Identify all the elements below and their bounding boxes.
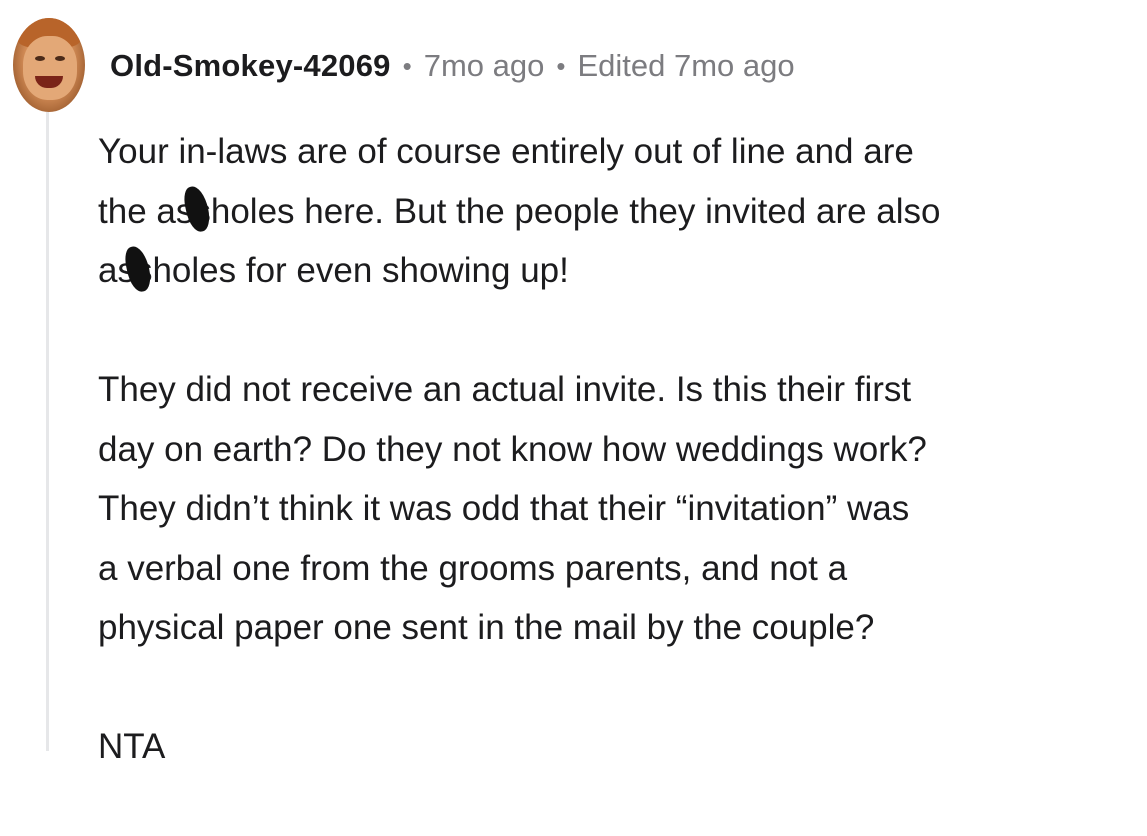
- timestamp[interactable]: 7mo ago: [424, 48, 545, 84]
- meta-separator: •: [556, 50, 566, 81]
- meta-separator: •: [402, 50, 412, 81]
- comment-paragraph: Your in-laws are of course entirely out …: [98, 122, 1143, 301]
- comment-paragraph: They did not receive an actual invite. I…: [98, 360, 1143, 658]
- comment-body: Your in-laws are of course entirely out …: [98, 122, 1143, 836]
- avatar-eye-right: [55, 56, 65, 61]
- comment-line: physical paper one sent in the mail by t…: [98, 608, 875, 647]
- username[interactable]: Old-Smokey-42069: [110, 48, 391, 84]
- comment-paragraph: NTA: [98, 717, 1143, 777]
- comment-line: They did not receive an actual invite. I…: [98, 370, 912, 409]
- avatar-eye-left: [35, 56, 45, 61]
- comment-line: assholes for even showing up!: [98, 241, 1143, 301]
- text-segment: holes here. But the people they invited …: [210, 191, 941, 231]
- avatar-face: [23, 36, 77, 100]
- censored-word: ss: [117, 241, 152, 301]
- comment-verdict: NTA: [98, 727, 166, 766]
- comment-line: Your in-laws are of course entirely out …: [98, 132, 914, 171]
- avatar[interactable]: [13, 18, 85, 112]
- text-segment: holes for even showing up!: [152, 251, 569, 290]
- edited-timestamp: Edited 7mo ago: [577, 48, 795, 83]
- text-segment: the a: [98, 191, 176, 231]
- comment-line: They didn’t think it was odd that their …: [98, 489, 910, 528]
- thread-line[interactable]: [46, 112, 49, 751]
- censored-word: ss: [176, 182, 211, 242]
- text-segment: a: [98, 251, 118, 290]
- comment-line: a verbal one from the grooms parents, an…: [98, 548, 848, 588]
- comment-line: day on earth? Do they not know how weddi…: [98, 429, 927, 469]
- comment-line: the assholes here. But the people they i…: [98, 182, 1143, 242]
- comment-header: Old-Smokey-42069 • 7mo ago • Edited 7mo …: [110, 44, 795, 88]
